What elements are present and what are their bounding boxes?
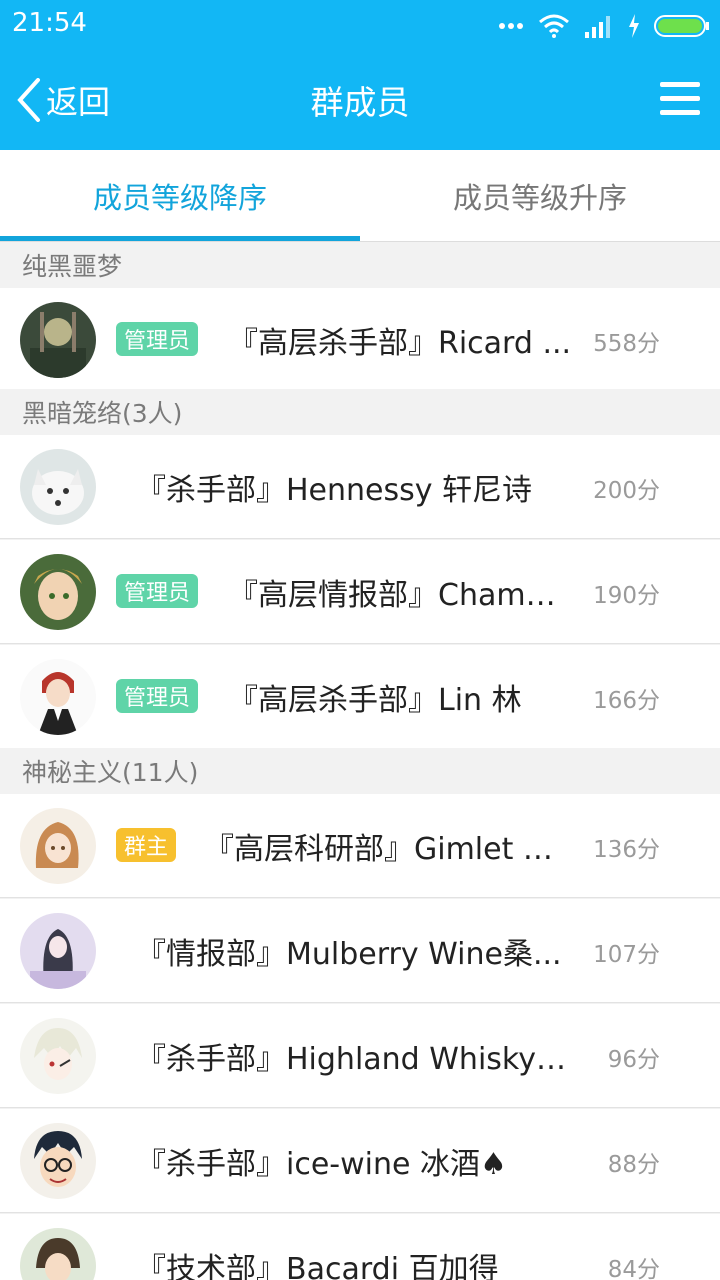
more-dots-icon xyxy=(499,23,523,29)
status-icons xyxy=(498,12,710,40)
avatar xyxy=(20,808,96,884)
wifi-icon xyxy=(539,14,569,38)
avatar xyxy=(20,659,96,735)
avatar xyxy=(20,302,96,378)
member-name: 『高层杀手部』Lin 林 xyxy=(228,683,522,718)
sort-tabs: 成员等级降序 成员等级升序 xyxy=(0,150,720,242)
member-score: 96分 xyxy=(607,1047,660,1073)
battery-icon xyxy=(654,15,709,37)
member-name: 『杀手部』Highland Whisky ... xyxy=(136,1042,566,1077)
member-row[interactable]: 群主 『高层科研部』Gimlet 琴蕾 136分 xyxy=(0,794,720,898)
group-header: 神秘主义(11人) xyxy=(0,748,720,794)
member-score: 136分 xyxy=(593,837,660,863)
charging-icon xyxy=(629,14,639,38)
page-title: 群成员 xyxy=(310,83,410,122)
admin-badge: 管理员 xyxy=(116,322,199,356)
status-bar: 21:54 xyxy=(0,0,720,50)
member-row[interactable]: 管理员 『高层杀手部』Lin 林 166分 xyxy=(0,645,720,749)
avatar xyxy=(20,449,96,525)
member-score: 84分 xyxy=(607,1257,660,1280)
admin-badge: 管理员 xyxy=(116,574,199,608)
avatar xyxy=(20,1228,96,1280)
member-row[interactable]: 『技术部』Bacardi 百加得 84分 xyxy=(0,1214,720,1280)
member-score: 166分 xyxy=(593,688,660,714)
avatar xyxy=(20,1018,96,1094)
avatar xyxy=(20,913,96,989)
tab-level-asc[interactable]: 成员等级升序 xyxy=(360,150,720,242)
avatar xyxy=(20,1123,96,1199)
member-name: 『高层科研部』Gimlet 琴蕾 xyxy=(204,832,582,867)
member-score: 200分 xyxy=(593,478,660,504)
member-row[interactable]: 『杀手部』ice-wine 冰酒♠ 88分 xyxy=(0,1109,720,1213)
group-header: 纯黑噩梦 xyxy=(0,242,720,288)
member-name: 『高层情报部』Champ... xyxy=(228,578,573,613)
member-name: 『技术部』Bacardi 百加得 xyxy=(136,1252,499,1280)
member-name: 『情报部』Mulberry Wine桑... xyxy=(136,937,562,972)
tab-level-desc[interactable]: 成员等级降序 xyxy=(0,150,360,242)
active-tab-indicator xyxy=(0,236,360,241)
member-score: 88分 xyxy=(607,1152,660,1178)
member-name: 『杀手部』Hennessy 轩尼诗 xyxy=(136,473,533,508)
owner-badge: 群主 xyxy=(116,828,177,862)
status-time: 21:54 xyxy=(12,8,87,38)
member-row[interactable]: 『杀手部』Hennessy 轩尼诗 200分 xyxy=(0,435,720,539)
avatar xyxy=(20,554,96,630)
member-row[interactable]: 『情报部』Mulberry Wine桑... 107分 xyxy=(0,899,720,1003)
admin-badge: 管理员 xyxy=(116,679,199,713)
member-score: 558分 xyxy=(593,331,660,357)
nav-bar: 返回 群成员 xyxy=(0,50,720,150)
signal-icon xyxy=(585,16,610,38)
member-name: 『高层杀手部』Ricard ... xyxy=(228,326,572,361)
menu-icon[interactable] xyxy=(660,82,700,116)
group-header: 黑暗笼络(3人) xyxy=(0,389,720,435)
member-row[interactable]: 『杀手部』Highland Whisky ... 96分 xyxy=(0,1004,720,1108)
member-score: 107分 xyxy=(593,942,660,968)
member-score: 190分 xyxy=(593,583,660,609)
member-row[interactable]: 管理员 『高层情报部』Champ... 190分 xyxy=(0,540,720,644)
member-name: 『杀手部』ice-wine 冰酒♠ xyxy=(136,1147,507,1182)
member-row[interactable]: 管理员 『高层杀手部』Ricard ... 558分 xyxy=(0,288,720,392)
